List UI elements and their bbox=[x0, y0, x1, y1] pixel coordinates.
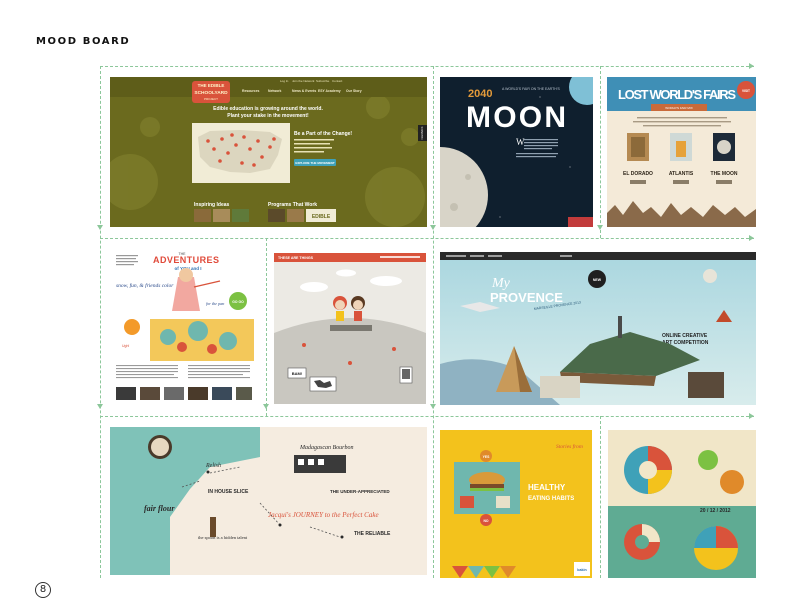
tile-moon: 2040 A WORLD'S FAIR ON THE EARTH'S MOON … bbox=[440, 77, 593, 227]
moon-title: MOON bbox=[466, 101, 566, 134]
page-number: 8 bbox=[35, 582, 51, 598]
jacqui-journey: Jacqui's JOURNEY to the Perfect Cake bbox=[268, 511, 379, 519]
svg-text:THE UNDER-APPRECIATED: THE UNDER-APPRECIATED bbox=[330, 489, 390, 494]
floating-figure-icon bbox=[703, 269, 717, 283]
thumbnail-row[interactable] bbox=[194, 209, 304, 222]
moon-button[interactable] bbox=[568, 217, 593, 227]
tile-circles-infographic: 20 / 12 / 2012 bbox=[608, 430, 756, 578]
tile-these-are-things: THESE ARE THINGS BAM! bbox=[274, 253, 426, 404]
tile-my-provence: My PROVENCE MARSEILLE PROVENCE 2013 NEW … bbox=[440, 252, 756, 405]
svg-text:BAM!: BAM! bbox=[292, 371, 302, 376]
inspiring-ideas-heading: Inspiring Ideas bbox=[194, 202, 230, 208]
svg-text:FEEDBACK: FEEDBACK bbox=[421, 126, 424, 139]
nav-network[interactable]: Network bbox=[268, 89, 281, 93]
moon-subtitle: A WORLD'S FAIR ON THE EARTH'S bbox=[502, 87, 560, 91]
bowl-icon bbox=[151, 438, 169, 456]
donut-chart-bottom bbox=[624, 524, 660, 560]
brand-label: THESE ARE THINGS bbox=[278, 256, 314, 260]
spoon-icon bbox=[210, 517, 216, 537]
svg-text:for the pan: for the pan bbox=[206, 301, 224, 306]
tile-edible-schoolyard: Log In Join the Network Subscribe Contac… bbox=[110, 77, 427, 227]
food-title-1: Madagascan Bourbon bbox=[299, 445, 354, 451]
programs-heading: Programs That Work bbox=[268, 202, 317, 208]
infographic-date: 20 / 12 / 2012 bbox=[700, 508, 731, 514]
nav-resources[interactable]: Resources bbox=[242, 89, 259, 93]
edible-side-title: Be a Part of the Change! bbox=[294, 131, 352, 137]
svg-text:SCHOOLYARD: SCHOOLYARD bbox=[194, 90, 228, 96]
small-circle-icon bbox=[698, 450, 718, 470]
svg-text:WORLD'S FAIR MIX: WORLD'S FAIR MIX bbox=[665, 106, 692, 110]
provence-right-1: ONLINE CREATIVE bbox=[662, 333, 708, 339]
item-the-moon[interactable]: THE MOON bbox=[711, 171, 738, 177]
food-label-flour: fair flour bbox=[144, 504, 175, 513]
svg-text:EXPLORE THE MOVEMENT: EXPLORE THE MOVEMENT bbox=[295, 161, 335, 165]
page-title: MOOD BOARD bbox=[36, 36, 131, 47]
provence-title-1: My bbox=[491, 276, 511, 291]
svg-text:GO GO: GO GO bbox=[232, 300, 244, 304]
edible-headline-1: Edible education is growing around the w… bbox=[213, 106, 323, 112]
tile-adventures: THE ADVENTURES of YOU and I snow, fun, &… bbox=[108, 247, 258, 404]
moon-drop-cap: W bbox=[516, 137, 525, 147]
nav-story[interactable]: Our Story bbox=[346, 89, 362, 93]
handwritten-note-1: snow, fun, & friends color bbox=[116, 282, 174, 289]
lost-title: LOST WORLD'S FAIRS bbox=[618, 87, 736, 102]
nav-academy[interactable]: ESY Academy bbox=[318, 89, 341, 93]
script-label: Stories from bbox=[556, 443, 583, 450]
topnav-contact[interactable]: Contact bbox=[332, 79, 343, 83]
svg-text:Relish: Relish bbox=[205, 463, 221, 469]
nav-news[interactable]: News & Events bbox=[292, 89, 316, 93]
svg-text:VISIT: VISIT bbox=[742, 89, 750, 93]
item-atlantis[interactable]: ATLANTIS bbox=[669, 171, 694, 177]
topnav-join[interactable]: Join the Network bbox=[292, 79, 315, 83]
moon-number: 2040 bbox=[468, 88, 492, 100]
pie-chart-bottom bbox=[694, 526, 738, 570]
svg-text:YES: YES bbox=[483, 455, 491, 459]
svg-text:NEW: NEW bbox=[593, 278, 602, 282]
adventures-title: ADVENTURES bbox=[153, 255, 219, 265]
edible-headline-2: Plant your stake in the movement! bbox=[227, 113, 309, 119]
svg-text:bakin: bakin bbox=[577, 568, 586, 572]
provence-title-2: PROVENCE bbox=[490, 290, 563, 305]
donut-chart-top bbox=[624, 446, 672, 494]
svg-text:the spoon is a hidden talent: the spoon is a hidden talent bbox=[198, 535, 248, 540]
topnav-subscribe[interactable]: Subscribe bbox=[316, 79, 330, 83]
healthy-title-1: HEALTHY bbox=[528, 483, 566, 492]
healthy-title-2: EATING HABITS bbox=[528, 496, 574, 502]
topnav-login[interactable]: Log In bbox=[280, 79, 289, 83]
svg-text:IN HOUSE SLICE: IN HOUSE SLICE bbox=[208, 489, 249, 495]
item-el-dorado[interactable]: EL DORADO bbox=[623, 171, 653, 177]
tile-lost-worlds-fairs: LOST WORLD'S FAIRS WORLD'S FAIR MIX VISI… bbox=[607, 77, 756, 227]
edible-badge: EDIBLE bbox=[312, 214, 331, 220]
tile-healthy-eating: YES NO HEALTHY EATING HABITS Stories fro… bbox=[440, 430, 592, 578]
svg-text:PROJECT: PROJECT bbox=[204, 97, 218, 101]
svg-text:THE RELIABLE: THE RELIABLE bbox=[354, 531, 391, 537]
svg-text:NO: NO bbox=[483, 519, 488, 523]
svg-text:THE EDIBLE: THE EDIBLE bbox=[198, 83, 225, 88]
tile-food-journey: Madagascan Bourbon Relish fair flour IN … bbox=[110, 427, 427, 575]
svg-text:Ugh!: Ugh! bbox=[122, 344, 129, 348]
